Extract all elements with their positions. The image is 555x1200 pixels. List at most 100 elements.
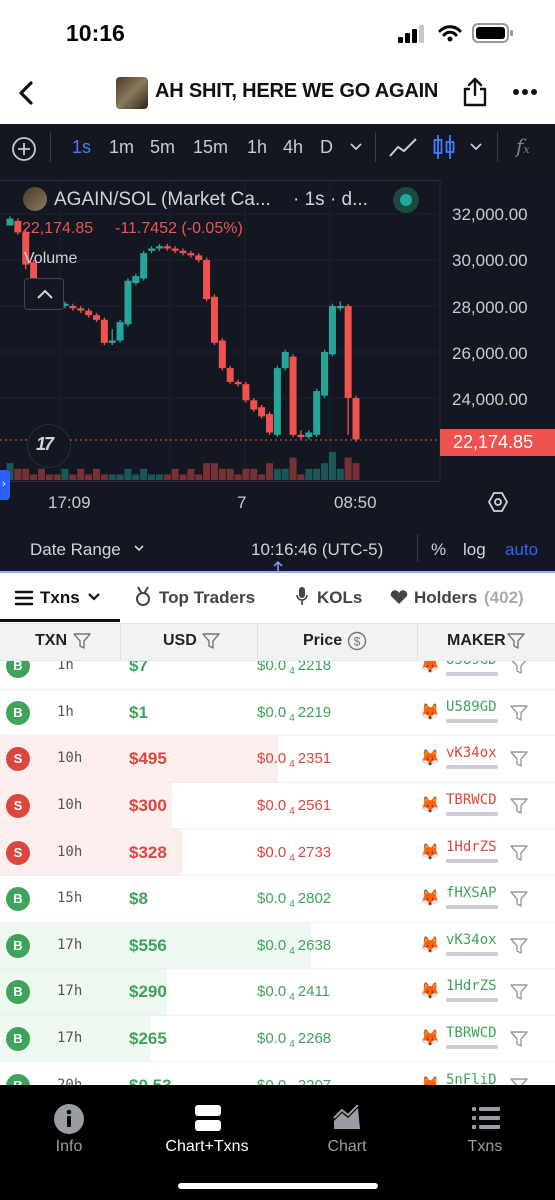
signal-icon xyxy=(398,25,424,43)
candle-body xyxy=(155,246,163,249)
chart-symbol[interactable]: AGAIN/SOL (Market Ca... xyxy=(54,189,271,211)
candle-body xyxy=(352,398,360,440)
area-chart-icon[interactable] xyxy=(332,1105,362,1131)
tab-txns[interactable]: Txns xyxy=(40,588,80,608)
candle-body xyxy=(313,391,321,435)
chevron-up-icon xyxy=(37,289,53,299)
filter-icon[interactable] xyxy=(73,633,91,649)
table-row[interactable]: S 10h $495 $0.0 4 2351 🦊 vK34ox xyxy=(0,736,555,783)
col-usd[interactable]: USD xyxy=(163,632,197,650)
function-icon[interactable]: fx xyxy=(516,134,530,158)
filter-icon[interactable] xyxy=(510,1031,528,1047)
nav-chart-txns[interactable]: Chart+Txns xyxy=(152,1138,262,1156)
filter-icon[interactable] xyxy=(510,751,528,768)
table-row[interactable]: S 10h $328 $0.0 4 2733 🦊 1HdrZS xyxy=(0,829,555,876)
maker-address[interactable]: vK34ox xyxy=(446,932,497,948)
chevron-down-icon[interactable] xyxy=(87,592,101,602)
table-row[interactable]: B 1h $1 $0.0 4 2219 🦊 U589GD xyxy=(0,690,555,737)
filter-icon[interactable] xyxy=(510,1077,528,1085)
percent-scale-toggle[interactable]: % xyxy=(431,540,446,560)
filter-icon[interactable] xyxy=(510,844,528,861)
volume-bar xyxy=(266,463,273,480)
maker-bar xyxy=(446,812,498,817)
dollar-toggle-icon[interactable]: $ xyxy=(347,631,367,651)
maker-bar xyxy=(446,718,498,723)
table-row[interactable]: B 17h $556 $0.0 4 2638 🦊 vK34ox xyxy=(0,922,555,970)
maker-avatar-icon: 🦊 xyxy=(420,1075,440,1085)
maker-bar xyxy=(446,858,498,863)
filter-icon[interactable] xyxy=(507,633,525,649)
tab-holders[interactable]: Holders xyxy=(414,588,477,608)
timeframe-4h[interactable]: 4h xyxy=(283,137,303,158)
nav-info[interactable]: Info xyxy=(14,1138,124,1156)
maker-address[interactable]: U589GD xyxy=(446,699,497,715)
holders-count: (402) xyxy=(484,588,524,607)
chart-clock[interactable]: 10:16:46 (UTC-5) xyxy=(251,540,383,560)
table-row[interactable]: B 15h $8 $0.0 4 2802 🦊 fHXSAP xyxy=(0,876,555,923)
col-txn[interactable]: TXN xyxy=(35,632,67,650)
nav-chart[interactable]: Chart xyxy=(292,1138,402,1156)
chevron-down-icon[interactable] xyxy=(133,544,145,554)
collapse-legend-button[interactable] xyxy=(24,278,64,310)
nav-txns[interactable]: Txns xyxy=(430,1138,540,1156)
maker-address[interactable]: 1HdrZS xyxy=(446,839,497,855)
settings-icon[interactable] xyxy=(487,491,509,513)
timeframe-15m[interactable]: 15m xyxy=(193,137,228,158)
candle-body xyxy=(179,250,187,254)
split-view-icon[interactable] xyxy=(194,1104,222,1132)
table-row[interactable]: S 10h $300 $0.0 4 2561 🦊 TBRWCD xyxy=(0,782,555,830)
candle-body xyxy=(297,434,305,438)
table-row[interactable]: B 20h $0.53 $0.042207 🦊 5nFliD xyxy=(0,1062,555,1085)
filter-icon[interactable] xyxy=(510,984,528,1001)
filter-icon[interactable] xyxy=(510,705,528,721)
filter-icon[interactable] xyxy=(510,938,528,954)
info-icon[interactable] xyxy=(53,1103,85,1135)
txn-age: 17h xyxy=(57,936,83,953)
timeframe-1m[interactable]: 1m xyxy=(109,137,134,158)
back-icon[interactable] xyxy=(16,80,36,106)
add-indicator-icon[interactable] xyxy=(11,136,37,162)
list-icon[interactable] xyxy=(471,1105,501,1131)
maker-avatar-icon: 🦊 xyxy=(420,983,440,1001)
date-range-button[interactable]: Date Range xyxy=(30,540,121,560)
maker-address[interactable]: U589GD xyxy=(446,661,497,668)
table-row[interactable]: B 17h $265 $0.0 4 2268 🦊 TBRWCD xyxy=(0,1015,555,1063)
col-price[interactable]: Price xyxy=(303,632,342,650)
auto-scale-toggle[interactable]: auto xyxy=(505,540,538,560)
table-row[interactable]: B 17h $290 $0.0 4 2411 🦊 1HdrZS xyxy=(0,969,555,1016)
candle-body xyxy=(258,407,266,417)
share-icon[interactable] xyxy=(462,77,488,107)
filter-icon[interactable] xyxy=(202,633,220,649)
candle-body xyxy=(226,368,234,382)
timeframe-5m[interactable]: 5m xyxy=(150,137,175,158)
candlestick-icon[interactable] xyxy=(432,133,456,161)
timeframe-1s[interactable]: 1s xyxy=(72,137,91,158)
tab-top-traders[interactable]: Top Traders xyxy=(159,588,255,608)
maker-address[interactable]: vK34ox xyxy=(446,745,497,761)
maker-address[interactable]: 1HdrZS xyxy=(446,978,497,994)
table-row[interactable]: B 1h $7 $0.042218 🦊 U589GD xyxy=(0,661,555,690)
volume-bar xyxy=(37,468,45,480)
timeframe-1h[interactable]: 1h xyxy=(247,137,267,158)
more-icon[interactable] xyxy=(512,88,538,96)
maker-address[interactable]: TBRWCD xyxy=(446,1025,497,1041)
filter-icon[interactable] xyxy=(510,891,528,907)
line-chart-icon[interactable] xyxy=(388,136,418,160)
log-scale-toggle[interactable]: log xyxy=(463,540,486,560)
txn-table-body[interactable]: B 1h $7 $0.042218 🦊 U589GD B 1h $1 $0.042219 🦊 U589… xyxy=(0,661,555,1085)
candle-body xyxy=(116,322,124,341)
chevron-down-icon[interactable] xyxy=(469,142,483,152)
volume-bar xyxy=(155,474,163,480)
timeframe-d[interactable]: D xyxy=(320,137,333,158)
tab-kols[interactable]: KOLs xyxy=(317,588,362,608)
maker-address[interactable]: fHXSAP xyxy=(446,885,497,901)
filter-icon[interactable] xyxy=(510,661,528,674)
maker-avatar-icon: 🦊 xyxy=(420,661,440,675)
txn-price: $0.0 4 2351 xyxy=(257,750,332,771)
filter-icon[interactable] xyxy=(510,798,528,814)
tradingview-logo-icon[interactable]: 17 xyxy=(27,424,71,468)
maker-address[interactable]: 5nFliD xyxy=(446,1072,497,1085)
maker-address[interactable]: TBRWCD xyxy=(446,792,497,808)
chevron-down-icon[interactable] xyxy=(349,142,363,152)
col-maker[interactable]: MAKER xyxy=(447,632,506,650)
